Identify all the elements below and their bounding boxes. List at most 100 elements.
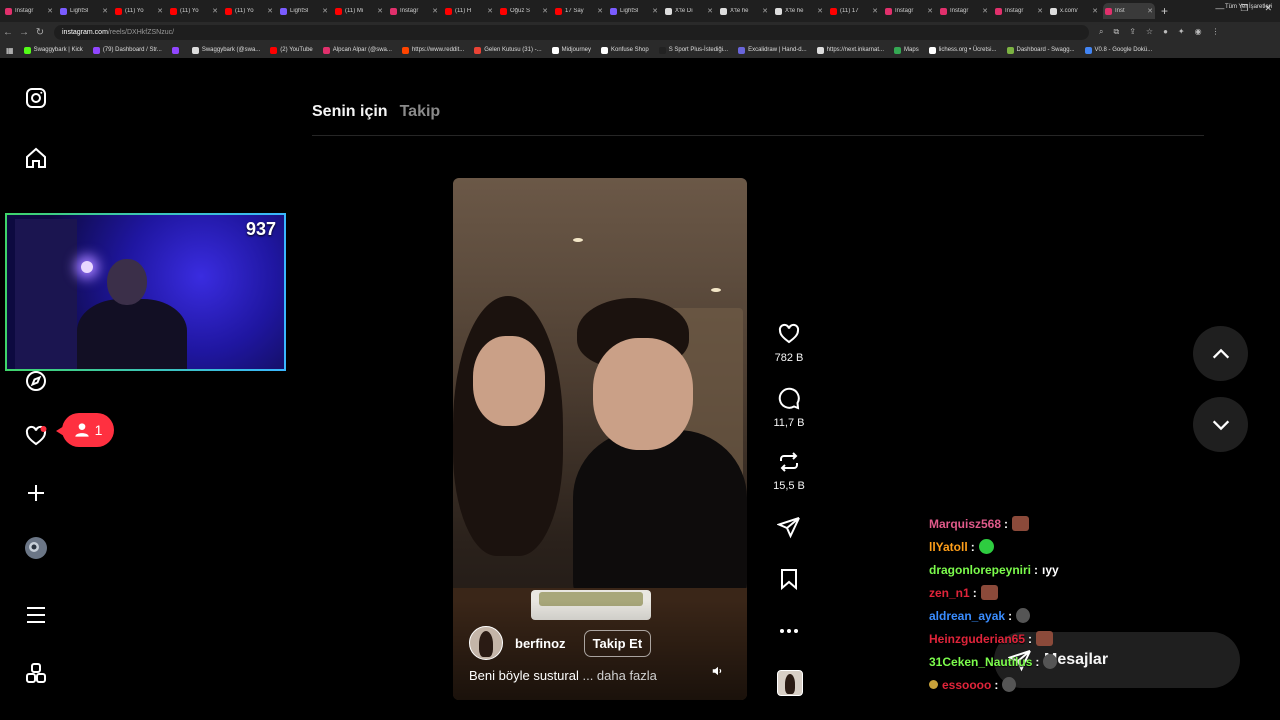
tab-close-icon[interactable]: ✕ (212, 7, 218, 15)
heart-icon[interactable] (777, 322, 801, 346)
instagram-logo-icon[interactable] (22, 84, 50, 112)
tab-for-you[interactable]: Senin için (312, 103, 388, 121)
bookmark-item[interactable]: Gelen Kutusu (31) -... (474, 46, 542, 54)
bookmark-item[interactable]: lichess.org • Ücretsi... (928, 46, 997, 54)
follow-button[interactable]: Takip Et (583, 629, 652, 657)
browser-tab[interactable]: Instagr ✕ (3, 3, 55, 19)
tab-close-icon[interactable]: ✕ (1037, 7, 1043, 15)
bookmark-item[interactable] (171, 46, 182, 54)
like-action[interactable]: 782 B (769, 322, 809, 364)
tab-close-icon[interactable]: ✕ (157, 7, 163, 15)
bookmark-icon[interactable] (777, 567, 801, 591)
browser-tab[interactable]: (11) Yo ✕ (223, 3, 275, 19)
browser-tab[interactable]: (11) Yo ✕ (113, 3, 165, 19)
extension-icon[interactable]: ● (1163, 27, 1168, 37)
browser-tab[interactable]: 17 Say ✕ (553, 3, 605, 19)
volume-icon[interactable] (711, 664, 725, 678)
audio-thumbnail[interactable] (777, 670, 803, 696)
repost-icon[interactable] (777, 450, 801, 474)
tab-close-icon[interactable]: ✕ (322, 7, 328, 15)
author-username[interactable]: berfinoz (515, 636, 566, 651)
back-icon[interactable]: ← (0, 27, 16, 38)
browser-tab[interactable]: LightSl ✕ (278, 3, 330, 19)
tab-close-icon[interactable]: ✕ (652, 7, 658, 15)
tab-close-icon[interactable]: ✕ (542, 7, 548, 15)
tab-close-icon[interactable]: ✕ (707, 7, 713, 15)
browser-tab[interactable]: Instagr ✕ (993, 3, 1045, 19)
more-menu-icon[interactable] (22, 601, 50, 629)
tab-close-icon[interactable]: ✕ (377, 7, 383, 15)
menu-dots-icon[interactable]: ⋮ (1212, 27, 1220, 37)
more-dots-icon[interactable] (777, 619, 801, 643)
apps-grid-icon[interactable]: ▦ (6, 46, 14, 55)
all-bookmarks-link[interactable]: Tüm Yer İşaretleri (1225, 4, 1272, 10)
bookmark-item[interactable]: Alpcan Alpar (@swa... (322, 46, 392, 54)
tab-following[interactable]: Takip (400, 103, 441, 121)
reel-caption[interactable]: Beni böyle sustural ... daha fazla (469, 668, 657, 683)
browser-tab[interactable]: (11) Yo ✕ (168, 3, 220, 19)
bookmark-item[interactable]: Konfuse Shop (601, 46, 649, 54)
more-options-action[interactable] (769, 619, 809, 643)
install-icon[interactable]: ⧉ (1113, 27, 1119, 37)
tab-close-icon[interactable]: ✕ (817, 7, 823, 15)
browser-tab[interactable]: (11) H ✕ (443, 3, 495, 19)
zoom-icon[interactable]: ⌕ (1099, 27, 1103, 37)
browser-tab[interactable]: LightSl ✕ (608, 3, 660, 19)
tab-close-icon[interactable]: ✕ (872, 7, 878, 15)
tab-close-icon[interactable]: ✕ (102, 7, 108, 15)
tab-close-icon[interactable]: ✕ (982, 7, 988, 15)
notifications-heart-icon[interactable] (22, 422, 50, 450)
bookmark-item[interactable]: (2) YouTube (270, 46, 313, 54)
tab-close-icon[interactable]: ✕ (432, 7, 438, 15)
profile-icon[interactable]: ◉ (1195, 27, 1202, 37)
bookmark-item[interactable]: Dashboard - Swagg... (1006, 46, 1075, 54)
extensions-puzzle-icon[interactable]: ✦ (1178, 27, 1185, 37)
follower-notification-bubble[interactable]: 1 (56, 413, 114, 447)
browser-tab[interactable]: Instagr ✕ (883, 3, 935, 19)
browser-tab[interactable]: X'te Dı ✕ (663, 3, 715, 19)
bookmark-item[interactable]: Swaggybark | Kick (23, 46, 83, 54)
bookmark-item[interactable]: (79) Dashboard / Str... (92, 46, 162, 54)
browser-tab[interactable]: Instagr ✕ (388, 3, 440, 19)
browser-tab[interactable]: LightSl ✕ (58, 3, 110, 19)
tab-close-icon[interactable]: ✕ (597, 7, 603, 15)
bookmark-item[interactable]: Swaggybark (@swa... (191, 46, 260, 54)
bookmark-item[interactable]: https://next.inkarnat... (816, 46, 884, 54)
browser-tab[interactable]: X'te he ✕ (718, 3, 770, 19)
bookmark-item[interactable]: S Sport Plus-İstediği... (658, 46, 728, 54)
tab-close-icon[interactable]: ✕ (267, 7, 273, 15)
tab-close-icon[interactable]: ✕ (1147, 7, 1153, 15)
create-plus-icon[interactable] (22, 479, 50, 507)
comment-icon[interactable] (777, 387, 801, 411)
tab-close-icon[interactable]: ✕ (487, 7, 493, 15)
minimize-icon[interactable]: — (1215, 3, 1224, 14)
bookmark-star-icon[interactable]: ☆ (1146, 27, 1153, 37)
share-icon[interactable]: ⇪ (1129, 27, 1136, 37)
browser-tab[interactable]: (11) Mi ✕ (333, 3, 385, 19)
url-input[interactable]: instagram.com/reels/DXHkfZSNzuc/ (54, 24, 1089, 40)
profile-avatar[interactable] (22, 534, 50, 562)
bookmark-item[interactable]: Excalidraw | Hand-d... (738, 46, 807, 54)
browser-tab[interactable]: X'te he ✕ (773, 3, 825, 19)
reload-icon[interactable]: ↻ (32, 27, 48, 38)
threads-apps-icon[interactable] (22, 659, 50, 687)
browser-tab[interactable]: (11) 17 ✕ (828, 3, 880, 19)
next-reel-button[interactable] (1193, 397, 1248, 452)
caption-more-link[interactable]: ... daha fazla (582, 668, 656, 683)
share-action[interactable] (769, 515, 809, 539)
save-action[interactable] (769, 567, 809, 591)
bookmark-item[interactable]: Midjourney (551, 46, 591, 54)
forward-icon[interactable]: → (16, 27, 32, 38)
reel-video[interactable]: berfinoz Takip Et Beni böyle sustural ..… (453, 178, 747, 700)
tab-close-icon[interactable]: ✕ (762, 7, 768, 15)
browser-tab[interactable]: Instagr ✕ (938, 3, 990, 19)
bookmark-item[interactable]: Maps (894, 46, 919, 54)
bookmark-item[interactable]: https://www.reddit... (401, 46, 464, 54)
author-avatar[interactable] (469, 626, 503, 660)
tab-close-icon[interactable]: ✕ (47, 7, 53, 15)
tab-close-icon[interactable]: ✕ (927, 7, 933, 15)
previous-reel-button[interactable] (1193, 326, 1248, 381)
tab-close-icon[interactable]: ✕ (1092, 7, 1098, 15)
new-tab-icon[interactable]: + (1161, 4, 1168, 18)
bookmark-item[interactable]: V0.8 - Google Dokü... (1084, 46, 1152, 54)
